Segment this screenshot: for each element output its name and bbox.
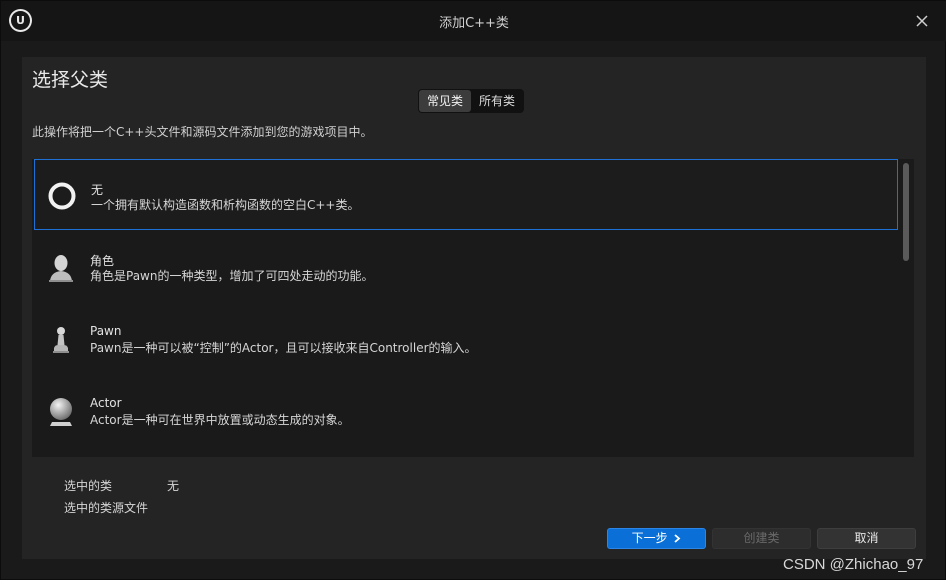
class-item-actor[interactable]: Actor Actor是一种可在世界中放置或动态生成的对象。 [34,375,898,446]
class-item-character[interactable]: 角色 角色是Pawn的一种类型，增加了可四处走动的功能。 [34,231,898,302]
next-label: 下一步 [631,531,668,545]
parent-class-list: 无 一个拥有默认构造函数和析构函数的空白C++类。 角色 角色是Pawn的一种类… [32,159,914,457]
class-description: Pawn是一种可以被“控制”的Actor，且可以接收来自Controller的输… [90,341,477,355]
pawn-piece-icon [53,327,69,353]
add-cpp-class-dialog: U 添加C++类 选择父类 常见类 所有类 此操作将把一个C++头文件和源码文件… [0,0,946,580]
close-icon [916,15,928,27]
create-class-button[interactable]: 创建类 [712,528,811,549]
close-button[interactable] [911,11,933,31]
window-title: 添加C++类 [439,16,509,31]
list-scrollbar[interactable] [902,161,910,455]
next-button[interactable]: 下一步 [607,528,706,549]
content-panel: 选择父类 常见类 所有类 此操作将把一个C++头文件和源码文件添加到您的游戏项目… [22,57,926,559]
class-item-none[interactable]: 无 一个拥有默认构造函数和析构函数的空白C++类。 [34,159,898,230]
selected-class-label: 选中的类 [64,479,113,493]
class-description: 一个拥有默认构造函数和析构函数的空白C++类。 [91,198,360,212]
watermark-text: CSDN @Zhichao_97 [783,556,924,573]
scroll-thumb[interactable] [903,163,909,261]
chevron-right-icon [674,534,681,543]
cancel-button[interactable]: 取消 [817,528,916,549]
class-filter-tabs: 常见类 所有类 [418,89,525,113]
class-name: Pawn [90,324,122,338]
title-bar: U 添加C++类 [1,1,946,41]
class-description: Actor是一种可在世界中放置或动态生成的对象。 [90,413,350,427]
selected-class-value: 无 [167,479,180,493]
class-item-pawn[interactable]: Pawn Pawn是一种可以被“控制”的Actor，且可以接收来自Control… [34,303,898,374]
sphere-actor-icon [50,398,72,426]
dialog-description: 此操作将把一个C++头文件和源码文件添加到您的游戏项目中。 [32,125,373,139]
page-title: 选择父类 [32,69,109,91]
source-file-label: 选中的类源文件 [64,501,149,515]
character-bust-icon [49,255,73,282]
class-description: 角色是Pawn的一种类型，增加了可四处走动的功能。 [90,269,374,283]
tab-all-classes[interactable]: 所有类 [471,90,523,112]
empty-ring-icon [48,182,76,210]
class-name: Actor [90,396,122,410]
tab-common-classes[interactable]: 常见类 [419,90,472,112]
